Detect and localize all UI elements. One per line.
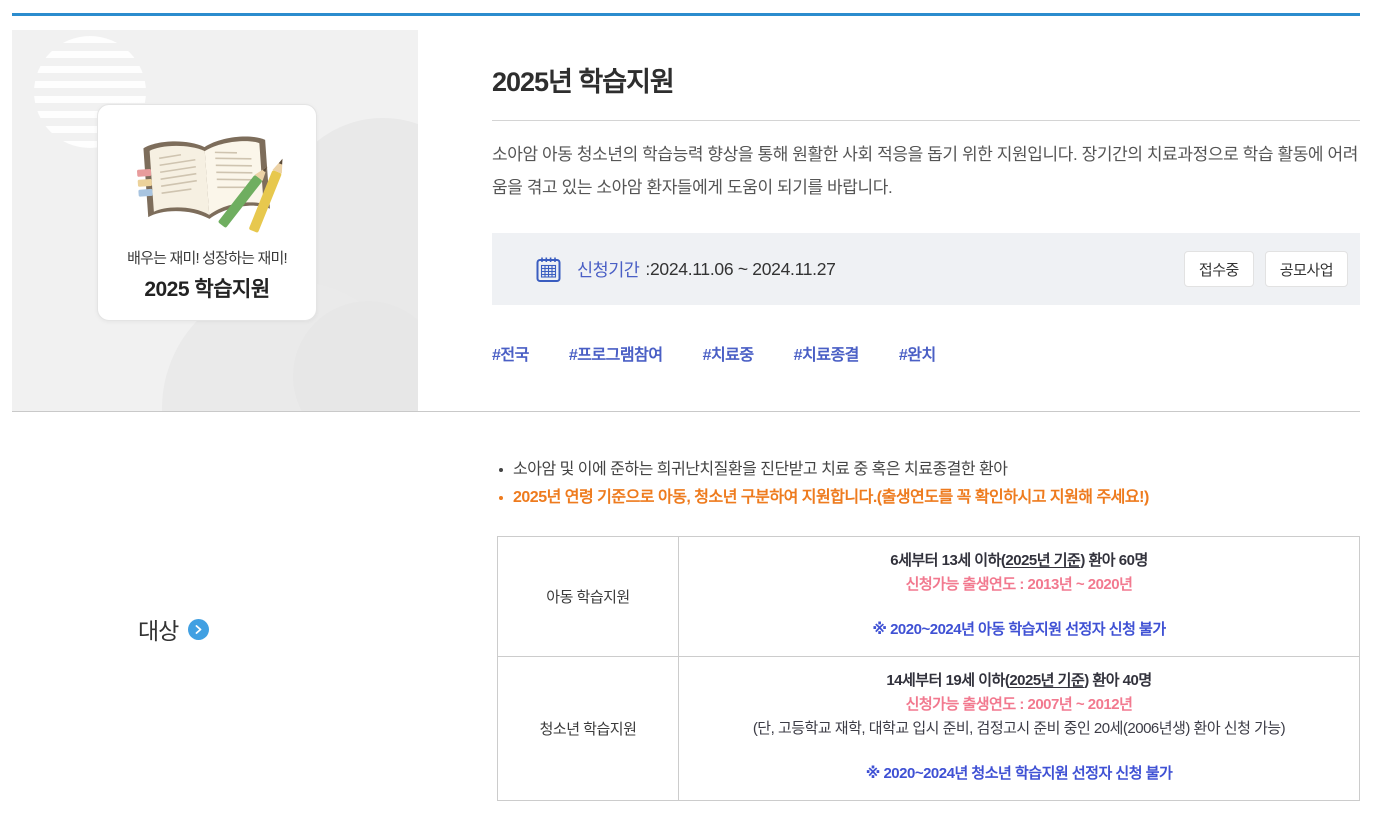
table-row-teen-support: 청소년 학습지원 14세부터 19세 이하(2025년 기준) 환아 40명 신… (498, 657, 1360, 801)
restriction-note: ※ 2020~2024년 청소년 학습지원 선정자 신청 불가 (687, 762, 1351, 786)
page-title: 2025년 학습지원 (492, 60, 1360, 99)
tag-link-program-participation[interactable]: #프로그램참여 (569, 341, 663, 365)
target-content: 소아암 및 이에 준하는 희귀난치질환을 진단받고 치료 중 혹은 치료종결한 … (497, 456, 1360, 801)
bullet-item: 소아암 및 이에 준하는 희귀난치질환을 진단받고 치료 중 혹은 치료종결한 … (497, 456, 1360, 484)
category-cell: 아동 학습지원 (498, 537, 679, 657)
calendar-icon (535, 256, 562, 283)
birth-year-line: 신청가능 출생연도 : 2007년 ~ 2012년 (687, 693, 1351, 717)
birth-year-line: 신청가능 출생연도 : 2013년 ~ 2020년 (687, 573, 1351, 597)
detail-cell: 6세부터 13세 이하(2025년 기준) 환아 60명 신청가능 출생연도 :… (679, 537, 1360, 657)
bullet-dot (499, 496, 503, 500)
application-period-box: 신청기간 :2024.11.06 ~ 2024.11.27 접수중 공모사업 (492, 233, 1360, 305)
section-heading: 대상 (12, 612, 497, 646)
eligibility-table: 아동 학습지원 6세부터 13세 이하(2025년 기준) 환아 60명 신청가… (497, 536, 1360, 801)
card-program-name: 2025 학습지원 (144, 273, 269, 303)
age-range-line: 6세부터 13세 이하(2025년 기준) 환아 60명 (687, 549, 1351, 573)
top-accent-bar (12, 13, 1360, 16)
chevron-right-icon (188, 619, 209, 640)
open-book-with-pencils-illustration (125, 131, 289, 237)
badge-group: 접수중 공모사업 (1184, 251, 1348, 287)
hero-info: 2025년 학습지원 소아암 아동 청소년의 학습능력 향상을 통해 원활한 사… (492, 30, 1360, 411)
tag-link-in-treatment[interactable]: #치료중 (703, 341, 754, 365)
target-section: 대상 소아암 및 이에 준하는 희귀난치질환을 진단받고 치료 중 혹은 치료종… (12, 412, 1360, 801)
tag-list: #전국 #프로그램참여 #치료중 #치료종결 #완치 (492, 341, 1360, 365)
detail-cell: 14세부터 19세 이하(2025년 기준) 환아 40명 신청가능 출생연도 … (679, 657, 1360, 801)
restriction-note: ※ 2020~2024년 아동 학습지원 선정자 신청 불가 (687, 618, 1351, 642)
section-label: 대상 (138, 612, 178, 646)
table-row-child-support: 아동 학습지원 6세부터 13세 이하(2025년 기준) 환아 60명 신청가… (498, 537, 1360, 657)
application-period-label: 신청기간 (577, 257, 639, 282)
card-slogan: 배우는 재미! 성장하는 재미! (127, 247, 287, 268)
bullet-text: 소아암 및 이에 준하는 희귀난치질환을 진단받고 치료 중 혹은 치료종결한 … (513, 456, 1008, 484)
hero-section: 배우는 재미! 성장하는 재미! 2025 학습지원 2025년 학습지원 소아… (12, 30, 1360, 411)
bullet-dot (499, 468, 503, 472)
application-period-value: :2024.11.06 ~ 2024.11.27 (645, 259, 835, 280)
exception-line: (단, 고등학교 재학, 대학교 입시 준비, 검정고시 준비 중인 20세(2… (687, 717, 1351, 741)
bullet-item: 2025년 연령 기준으로 아동, 청소년 구분하여 지원합니다.(출생연도를 … (497, 484, 1360, 512)
program-thumbnail-card: 배우는 재미! 성장하는 재미! 2025 학습지원 (97, 104, 317, 321)
hero-image-panel: 배우는 재미! 성장하는 재미! 2025 학습지원 (12, 30, 418, 411)
program-description: 소아암 아동 청소년의 학습능력 향상을 통해 원활한 사회 적응을 돕기 위한… (492, 138, 1360, 204)
title-divider (492, 120, 1360, 121)
category-cell: 청소년 학습지원 (498, 657, 679, 801)
tag-link-cured[interactable]: #완치 (899, 341, 936, 365)
category-badge: 공모사업 (1265, 251, 1348, 287)
program-detail-page: 배우는 재미! 성장하는 재미! 2025 학습지원 2025년 학습지원 소아… (12, 13, 1360, 818)
tag-link-treatment-ended[interactable]: #치료종결 (794, 341, 859, 365)
age-range-line: 14세부터 19세 이하(2025년 기준) 환아 40명 (687, 669, 1351, 693)
tag-link-nationwide[interactable]: #전국 (492, 341, 529, 365)
status-badge: 접수중 (1184, 251, 1254, 287)
bullet-text: 2025년 연령 기준으로 아동, 청소년 구분하여 지원합니다.(출생연도를 … (513, 484, 1149, 512)
